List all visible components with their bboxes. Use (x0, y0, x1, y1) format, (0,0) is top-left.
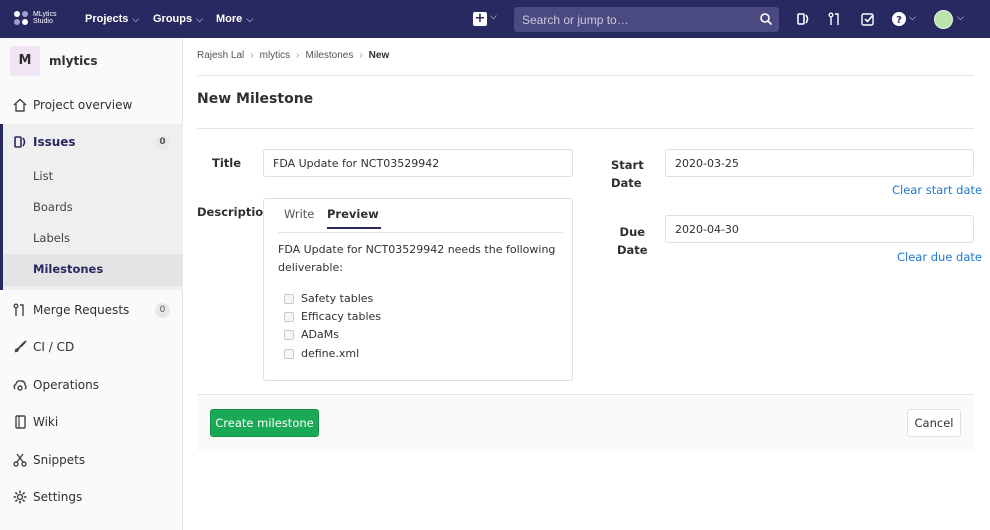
svg-text:?: ? (896, 15, 902, 26)
projects-menu[interactable]: Projects ⌵ (85, 0, 139, 38)
task-item: define.xml (284, 347, 359, 360)
start-date-label: Start Date (611, 158, 644, 190)
sidebar-item-snippets[interactable]: Snippets (0, 444, 183, 476)
task-checkbox[interactable] (284, 348, 294, 359)
divider (197, 75, 974, 76)
issues-icon[interactable] (795, 11, 811, 27)
task-item: Efficacy tables (284, 310, 381, 323)
description-editor: Write Preview FDA Update for NCT03529942… (263, 198, 573, 381)
description-preview-text: FDA Update for NCT03529942 needs the fol… (278, 243, 556, 274)
app-logo[interactable]: MLytics Studio (12, 9, 56, 27)
sidebar-item-ci-cd[interactable]: CI / CD (0, 331, 183, 363)
sidebar-item-settings[interactable]: Settings (0, 481, 183, 513)
gear-icon (13, 490, 27, 504)
task-checkbox[interactable] (284, 293, 294, 304)
sidebar: M mlytics Project overview Issues 0 List… (0, 38, 183, 530)
project-name: mlytics (49, 54, 98, 68)
sidebar-subitem-milestones[interactable]: Milestones (33, 262, 103, 276)
task-item: Safety tables (284, 292, 373, 305)
sidebar-subitem-boards[interactable]: Boards (33, 200, 73, 214)
issues-section: Issues 0 List Boards Labels Milestones (0, 124, 183, 290)
chevron-down-icon: ⌵ (196, 13, 203, 24)
sidebar-subitem-labels[interactable]: Labels (33, 231, 70, 245)
logo-title: MLytics (33, 11, 57, 18)
groups-menu[interactable]: Groups ⌵ (153, 0, 203, 38)
divider (197, 128, 974, 129)
breadcrumb-separator-icon: › (359, 50, 363, 61)
book-icon (15, 415, 26, 429)
title-label: Title (212, 156, 242, 170)
merge-request-icon[interactable] (827, 11, 843, 27)
due-date-label: Due Date (617, 225, 648, 257)
tab-preview[interactable]: Preview (327, 207, 381, 229)
merge-request-icon (13, 303, 24, 316)
search-icon[interactable] (759, 12, 773, 26)
top-navbar: MLytics Studio Projects ⌵ Groups ⌵ More ⌵ +… (0, 0, 990, 38)
sidebar-item-operations[interactable]: Operations (0, 369, 183, 401)
chevron-down-icon[interactable]: ⌵ (909, 13, 916, 23)
sidebar-subitem-list[interactable]: List (33, 169, 53, 183)
chevron-down-icon[interactable]: ⌵ (490, 12, 497, 22)
more-menu[interactable]: More ⌵ (216, 0, 253, 38)
logo-icon (14, 11, 28, 25)
todo-icon[interactable] (860, 11, 876, 27)
project-header[interactable]: M mlytics (0, 38, 183, 84)
task-item: ADaMs (284, 328, 339, 341)
logo-subtitle: Studio (33, 18, 53, 25)
issues-count-badge: 0 (155, 134, 170, 150)
breadcrumb-separator-icon: › (296, 50, 300, 61)
title-input[interactable] (263, 149, 573, 177)
breadcrumb-project[interactable]: mlytics (260, 50, 291, 61)
breadcrumb-user[interactable]: Rajesh Lal (197, 50, 244, 61)
home-icon (13, 98, 27, 112)
description-label: Description (197, 205, 272, 219)
project-avatar: M (10, 46, 40, 76)
start-date-input[interactable] (665, 149, 974, 177)
task-checkbox[interactable] (284, 311, 294, 322)
new-item-plus-icon[interactable]: + (473, 12, 487, 26)
chevron-down-icon[interactable]: ⌵ (957, 13, 964, 23)
tab-write[interactable]: Write (284, 207, 314, 228)
search-box[interactable] (514, 7, 779, 32)
scissors-icon (13, 453, 27, 467)
breadcrumb: Rajesh Lal › mlytics › Milestones › New (197, 50, 389, 61)
chevron-down-icon: ⌵ (132, 13, 140, 24)
help-icon[interactable]: ? (891, 11, 907, 27)
rocket-icon (14, 340, 27, 353)
sidebar-item-issues[interactable]: Issues 0 (0, 126, 183, 158)
merge-requests-count-badge: 0 (155, 302, 170, 318)
chevron-down-icon: ⌵ (246, 13, 254, 24)
sidebar-item-merge-requests[interactable]: Merge Requests 0 (0, 294, 183, 326)
sidebar-item-wiki[interactable]: Wiki (0, 406, 183, 438)
issues-icon (14, 136, 26, 148)
sidebar-item-project-overview[interactable]: Project overview (0, 89, 183, 121)
user-avatar[interactable] (934, 10, 953, 29)
cloud-gear-icon (13, 380, 27, 391)
breadcrumb-milestones[interactable]: Milestones (306, 50, 354, 61)
search-input[interactable] (514, 7, 744, 32)
due-date-input[interactable] (665, 215, 974, 243)
page-title: New Milestone (197, 91, 314, 107)
breadcrumb-separator-icon: › (250, 50, 254, 61)
clear-due-date-link[interactable]: Clear due date (897, 250, 982, 264)
task-checkbox[interactable] (284, 329, 294, 340)
cancel-button[interactable]: Cancel (907, 409, 961, 437)
create-milestone-button[interactable]: Create milestone (210, 409, 319, 437)
clear-start-date-link[interactable]: Clear start date (892, 183, 982, 197)
breadcrumb-current: New (368, 50, 390, 61)
